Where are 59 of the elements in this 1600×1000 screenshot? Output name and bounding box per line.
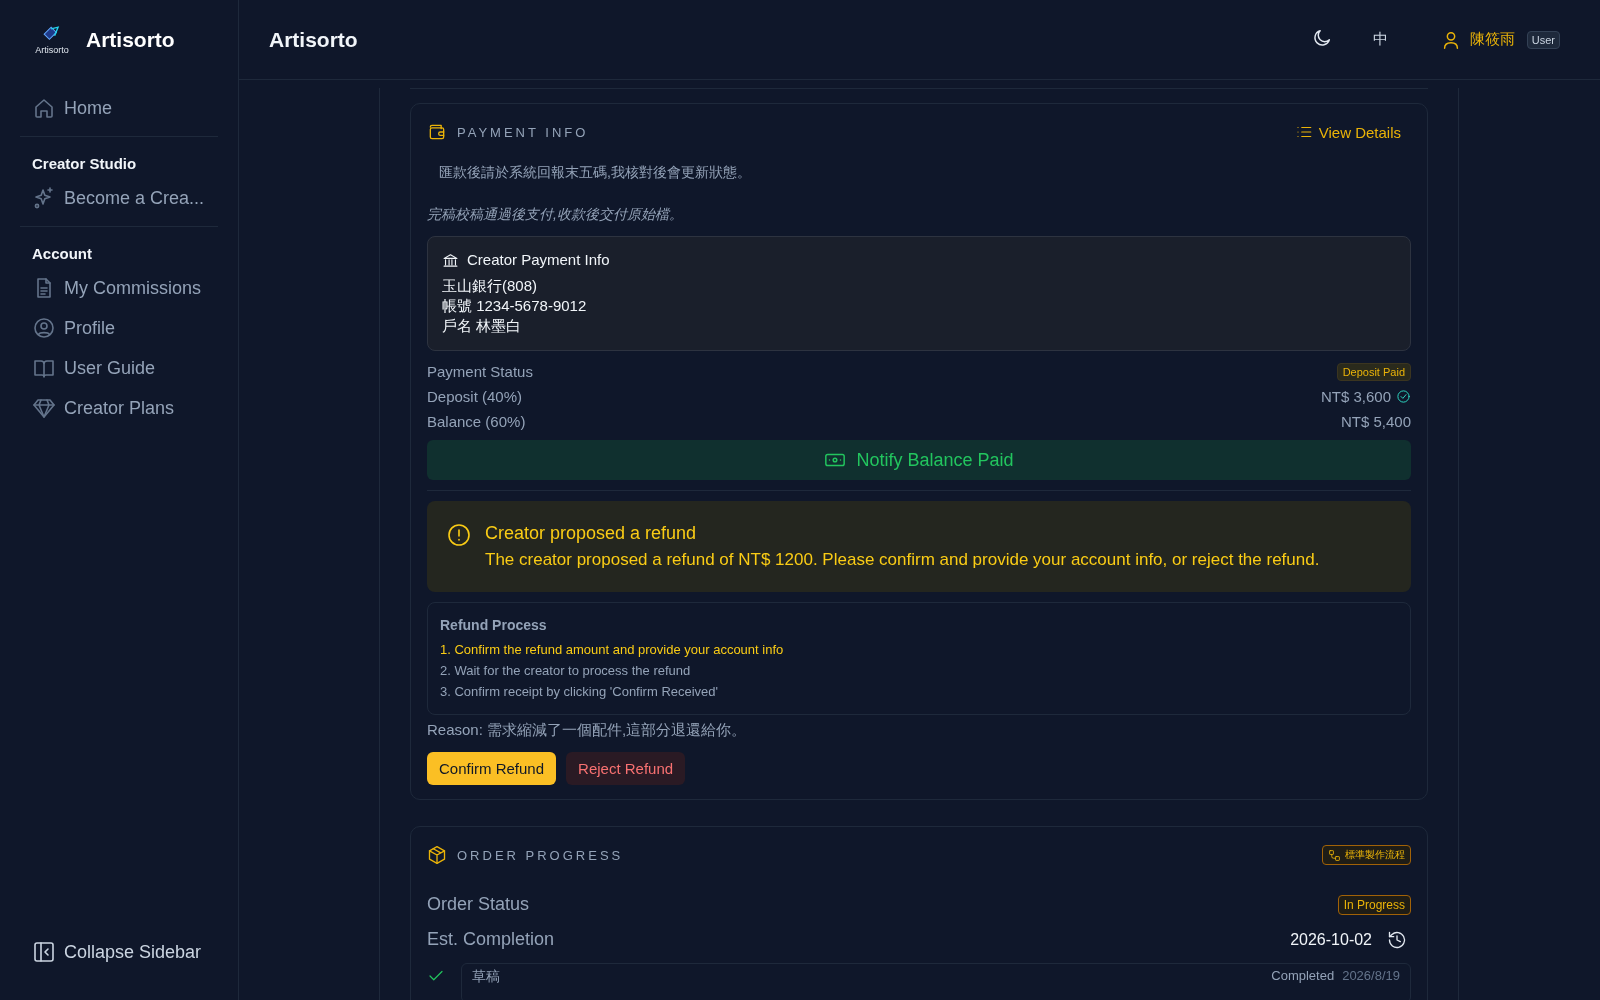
sidebar-item[interactable]: My Commissions — [20, 268, 218, 308]
row-label: Balance (60%) — [427, 413, 526, 430]
process-step: 1. Confirm the refund amount and provide your account info — [440, 639, 1398, 660]
status-badge: Deposit Paid — [1336, 362, 1411, 381]
sidebar-item[interactable]: Become a Crea... — [20, 178, 218, 218]
role-badge: User — [1526, 30, 1560, 49]
process-step: 2. Wait for the creator to process the refund — [440, 660, 1398, 681]
row-label: Payment Status — [427, 363, 533, 380]
notify-balance-paid-button[interactable]: Notify Balance Paid — [427, 440, 1411, 480]
profile-icon — [32, 316, 56, 340]
alert-title: Creator proposed a refund — [485, 523, 698, 544]
workflow-label: 標準製作流程 — [1345, 848, 1405, 862]
payment-note: 匯款後請於系統回報末五碼,我核對後會更新狀態。 — [439, 164, 752, 182]
user-menu-button[interactable]: 陳筱雨 — [1435, 24, 1519, 55]
workflow-icon — [1328, 848, 1341, 862]
diamond-icon — [32, 396, 56, 420]
bank-detail: 帳號 1234-5678-9012 — [442, 296, 588, 316]
section-heading: Creator Studio — [31, 154, 138, 174]
bank-detail: 戶名 林墨白 — [442, 316, 523, 336]
bank-icon — [442, 251, 459, 269]
home-icon — [32, 96, 56, 120]
row-label: Order Status — [427, 894, 530, 915]
language-button[interactable]: 中 — [1362, 24, 1398, 55]
step-name: 草稿 — [472, 968, 500, 986]
wallet-icon — [427, 122, 447, 142]
row-label: Est. Completion — [427, 929, 555, 950]
progress-step[interactable]: 草稿 Completed 2026/8/19 — [461, 963, 1411, 1000]
bank-detail: 玉山銀行(808) — [442, 276, 539, 296]
sidebar-item[interactable]: User Guide — [20, 348, 218, 388]
sparkle-icon — [32, 186, 56, 210]
view-details-link[interactable]: View Details — [1294, 123, 1401, 141]
warning-icon — [447, 523, 471, 547]
sidebar-item[interactable]: Creator Plans — [20, 388, 218, 428]
payment-terms: 完稿校稿通過後支付,收款後交付原始檔。 — [427, 206, 684, 224]
step-status: Completed — [1271, 968, 1335, 985]
section-title: PAYMENT INFO — [457, 124, 589, 140]
reject-refund-button[interactable]: Reject Refund — [566, 752, 686, 785]
confirm-refund-button[interactable]: Confirm Refund — [427, 752, 557, 785]
step-date: 2026/8/19 — [1342, 968, 1400, 985]
history-icon — [1387, 929, 1407, 950]
bank-info-title: Creator Payment Info — [467, 250, 610, 270]
sidebar-item[interactable]: Home — [20, 88, 218, 128]
alert-message: The creator proposed a refund of NT$ 1200. Please confirm and provide your account info, or reject the refund. — [485, 550, 1320, 570]
amount-value: NT$ 3,600 — [1320, 388, 1391, 405]
refund-reason: Reason: 需求縮減了一個配件,這部分退還給你。 — [427, 721, 748, 740]
process-step: 3. Confirm receipt by clicking 'Confirm Received' — [440, 681, 1398, 702]
date-value: 2026-10-02 — [1290, 930, 1372, 949]
section-title: ORDER PROGRESS — [457, 847, 624, 863]
brand-name: Artisorto — [86, 28, 175, 52]
page-title: Artisorto — [269, 27, 358, 52]
amount-value: NT$ 5,400 — [1340, 413, 1411, 430]
section-heading: Account — [31, 244, 93, 264]
row-label: Deposit (40%) — [427, 388, 523, 405]
sidebar-item[interactable]: Profile — [20, 308, 218, 348]
status-badge: In Progress — [1337, 894, 1411, 915]
package-icon — [427, 845, 447, 865]
process-title: Refund Process — [440, 617, 548, 633]
collapse-icon — [32, 940, 56, 964]
collapse-sidebar-button[interactable]: Collapse Sidebar — [20, 932, 218, 972]
